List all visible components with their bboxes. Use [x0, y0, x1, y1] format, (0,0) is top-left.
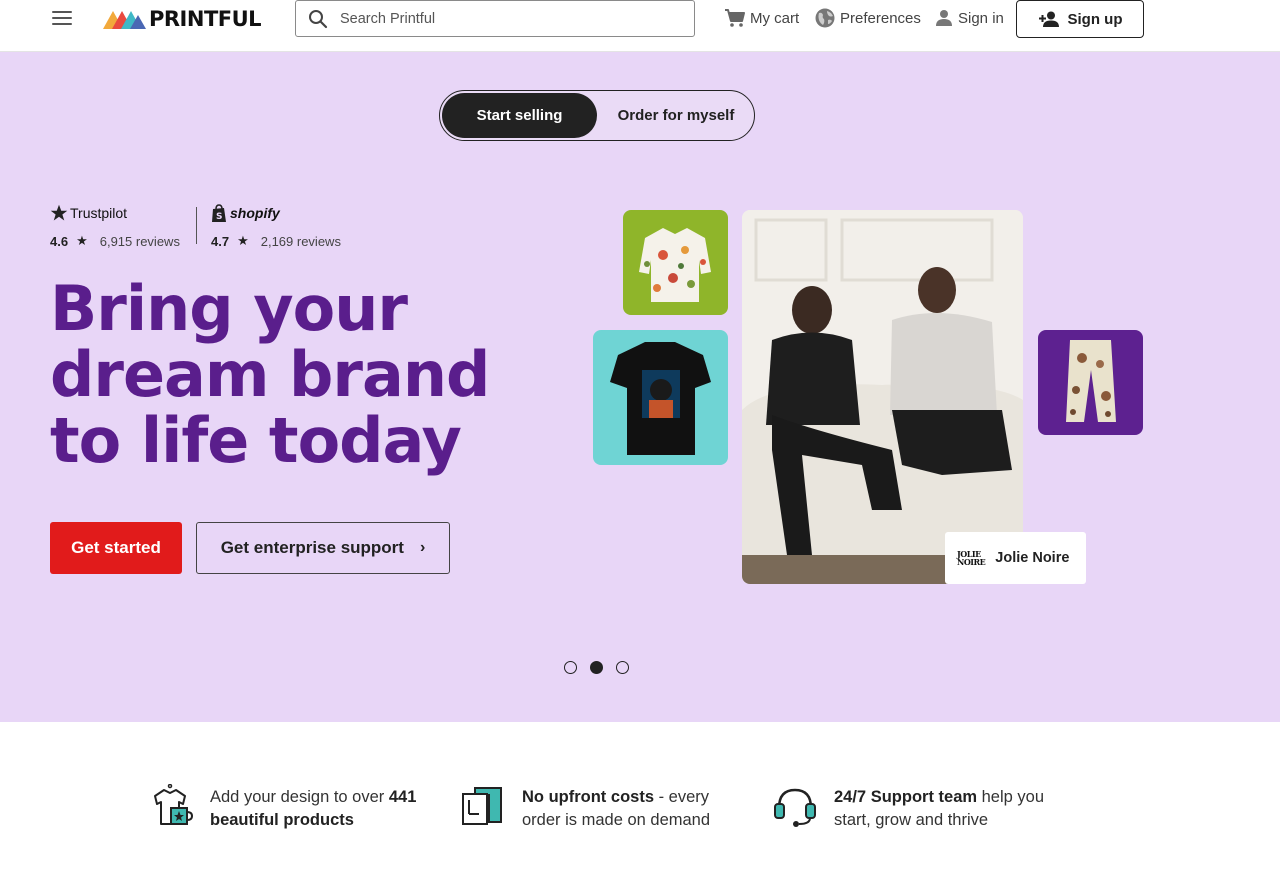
- cart-label: My cart: [750, 9, 800, 27]
- carousel-dot-2[interactable]: [590, 661, 603, 674]
- shopify-score: 4.7: [211, 233, 230, 249]
- signup-button[interactable]: Sign up: [1016, 0, 1144, 38]
- toggle-order-for-myself[interactable]: Order for myself: [600, 93, 752, 138]
- trustpilot-logo: Trustpilot: [50, 202, 180, 224]
- printful-logo[interactable]: PRINTFUL: [103, 7, 262, 31]
- preferences-label: Preferences: [840, 9, 921, 27]
- trustpilot-score: 4.6: [50, 233, 69, 249]
- floral-sweatshirt-image: [623, 210, 728, 315]
- models-photo: [742, 210, 1023, 584]
- signin-label: Sign in: [958, 9, 1004, 27]
- add-user-icon: [1038, 11, 1059, 27]
- feature-products: Add your design to over 441 beautiful pr…: [149, 784, 425, 832]
- shopify-logo: S shopify: [211, 202, 341, 224]
- carousel-dots: [564, 661, 642, 674]
- feature-costs-text: No upfront costs - every order is made o…: [522, 788, 711, 829]
- shopify-rating[interactable]: S shopify 4.7 ★ 2,169 reviews: [211, 202, 341, 249]
- shopify-reviews: 2,169 reviews: [260, 233, 341, 249]
- headset-icon: [774, 788, 816, 827]
- graphic-tshirt-image: [593, 330, 728, 465]
- carousel-dot-1[interactable]: [564, 661, 577, 674]
- toggle-start-selling[interactable]: Start selling: [442, 93, 597, 138]
- search-input[interactable]: [340, 10, 670, 27]
- feature-support: 24/7 Support team help you start, grow a…: [773, 786, 1054, 832]
- preferences-link[interactable]: Preferences: [814, 6, 921, 30]
- rating-divider: [196, 207, 197, 244]
- trustpilot-star-icon: [50, 204, 68, 221]
- trustpilot-reviews: 6,915 reviews: [99, 233, 180, 249]
- enterprise-support-button[interactable]: Get enterprise support ›: [196, 522, 450, 574]
- feature-costs: No upfront costs - every order is made o…: [461, 786, 722, 832]
- cart-link[interactable]: My cart: [724, 6, 799, 30]
- trustpilot-rating[interactable]: Trustpilot 4.6 ★ 6,915 reviews: [50, 202, 180, 249]
- menu-icon[interactable]: [50, 9, 74, 27]
- receipt-icon: [462, 787, 502, 825]
- feature-products-text: Add your design to over 441 beautiful pr…: [210, 788, 417, 829]
- brand-tag[interactable]: JOLIE NOIRE Jolie Noire: [945, 532, 1086, 584]
- star-icon: ★: [76, 233, 88, 248]
- signin-link[interactable]: Sign in: [934, 6, 1004, 30]
- floral-pants-image: [1038, 330, 1143, 435]
- get-started-button[interactable]: Get started: [50, 522, 182, 574]
- search-bar[interactable]: [295, 0, 695, 37]
- top-navigation: PRINTFUL My cart Preferences Si: [0, 0, 1280, 52]
- logo-text: PRINTFUL: [149, 7, 262, 31]
- svg-text:S: S: [216, 212, 222, 222]
- audience-toggle[interactable]: Start selling Order for myself: [439, 90, 755, 141]
- star-icon: ★: [237, 233, 249, 248]
- tshirt-mug-icon: [154, 784, 193, 825]
- enterprise-support-label: Get enterprise support: [220, 538, 404, 557]
- cart-icon: [725, 9, 745, 27]
- brand-name: Jolie Noire: [995, 550, 1070, 566]
- carousel-dot-3[interactable]: [616, 661, 629, 674]
- hero-headline: Bring your dream brand to life today: [50, 272, 490, 477]
- globe-icon: [815, 8, 835, 28]
- shopify-bag-icon: S: [212, 203, 226, 222]
- search-icon: [309, 9, 328, 28]
- hero-section: Start selling Order for myself Trustpilo…: [0, 52, 1280, 722]
- logo-mark-icon: [103, 11, 146, 29]
- jolie-noire-logo: JOLIE NOIRE: [957, 549, 986, 567]
- chevron-right-icon: ›: [419, 539, 426, 556]
- feature-support-text: 24/7 Support team help you start, grow a…: [834, 788, 1045, 829]
- signup-label: Sign up: [1067, 10, 1123, 28]
- user-icon: [936, 10, 952, 26]
